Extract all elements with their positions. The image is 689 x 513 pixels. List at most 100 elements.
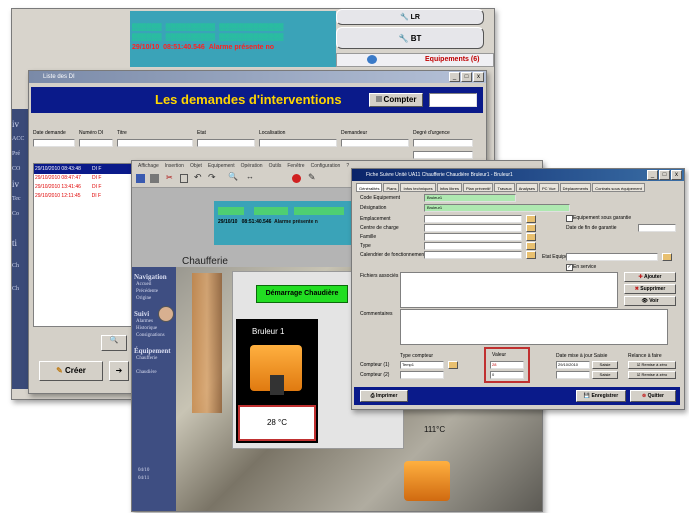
tab-plans[interactable]: Plans [383,183,400,192]
code-equipement-field[interactable]: Bruleur1 [424,194,516,202]
menu-item[interactable]: Fenêtre [287,163,304,169]
remise1-button[interactable]: ☑ Remise à zéro [628,361,676,369]
tab-generalites[interactable]: Généralités [356,183,383,192]
menu-item[interactable]: Opération [241,163,263,169]
fichiers-list[interactable] [400,272,618,308]
undo-icon[interactable]: ↶ [194,172,202,183]
minimize-icon[interactable]: _ [647,170,658,180]
filter-etat-select[interactable] [197,139,255,147]
voir-button[interactable]: 👁 Voir [624,296,676,306]
nav-item[interactable]: Chaufferie [136,355,176,362]
table-row[interactable]: 29/10/2010 08:47:47 DI F [34,174,144,183]
nav-item[interactable]: Historique [136,325,176,332]
minimize-icon[interactable]: _ [449,72,460,82]
compter-field[interactable] [429,93,477,107]
compter-button[interactable]: Compter [369,93,423,107]
lr-button[interactable]: 🔧 LR [336,9,484,25]
tab-deplacements[interactable]: Déplacements [559,183,592,192]
tab-plan-preventif[interactable]: Plan préventif [462,183,494,192]
menu-item[interactable]: Outils [269,163,282,169]
table-row[interactable]: 29/10/2010 13:41:46 DI F [34,183,144,192]
tab-pc-vue[interactable]: PC Vue [538,183,559,192]
garantie-checkbox[interactable] [566,215,573,222]
en-service-checkbox[interactable]: ✓ [566,264,573,271]
nav-item[interactable]: Consignations [136,332,176,339]
nav-item[interactable]: Précédente [136,288,176,295]
quitter-button[interactable]: ⊗ Quitter [630,390,676,402]
filter-localisation-select[interactable] [259,139,337,147]
nav-item[interactable]: Origine [136,295,176,302]
zoom-icon[interactable]: 🔍 [228,172,238,181]
filter-urgence-select[interactable] [413,139,473,147]
ajouter-button[interactable]: ✚ Ajouter [624,272,676,282]
comment-textarea[interactable] [400,309,668,345]
saisie1-button[interactable]: Saisie [592,361,618,369]
redo-icon[interactable]: ↷ [208,172,216,183]
save-icon[interactable] [136,174,145,183]
menu-item[interactable]: Equipement [208,163,235,169]
lookup-button[interactable] [662,253,672,261]
nav-item[interactable] [136,362,176,369]
date-saisie1-field[interactable]: 29/10/2010 [556,361,590,369]
emplacement-select[interactable] [424,215,522,223]
tab-analyses[interactable]: Analyses [515,183,538,192]
valeur1-field[interactable]: 28 [490,361,524,369]
compteur2-select[interactable] [400,371,444,379]
lookup-button[interactable] [526,215,536,223]
date-saisie2-field[interactable] [556,371,590,379]
edit-icon[interactable]: ✎ [308,172,316,183]
famille-select[interactable] [424,233,522,241]
maximize-icon[interactable]: □ [461,72,472,82]
filter-demandeur-select[interactable] [341,139,409,147]
link-icon[interactable]: ↔ [246,172,254,181]
filter-title-field[interactable] [117,139,193,147]
maximize-icon[interactable]: □ [659,170,670,180]
centre-charge-select[interactable] [424,224,522,232]
lookup-button[interactable] [526,242,536,250]
close-icon[interactable]: x [473,72,484,82]
small-tool-button[interactable]: 🔍 [101,335,127,351]
copy-icon[interactable] [180,174,188,183]
lookup-button[interactable] [526,224,536,232]
type-select[interactable] [424,242,522,250]
filter-num-field[interactable] [79,139,113,147]
tab-contrats[interactable]: Contrats sous équipement [592,183,645,192]
table-row[interactable]: 29/10/2010 08:43:48 DI F [34,164,144,174]
enregistrer-button[interactable]: 💾 Enregistrer [576,390,626,402]
saisie2-button[interactable]: Saisie [592,371,618,379]
start-boiler-button[interactable]: Démarrage Chaudière [256,285,348,303]
second-action-button[interactable]: ➔ [109,361,129,381]
tab-infos-techniques[interactable]: Infos techniques [400,183,436,192]
print-icon[interactable] [150,174,159,183]
tab-infos-libres[interactable]: Infos libres [436,183,462,192]
imprimer-button[interactable]: ⎙ Imprimer [360,390,408,402]
table-row[interactable]: 29/10/2010 12:11:45 DI F [34,192,144,201]
lookup-button[interactable] [526,233,536,241]
nav-item[interactable]: Chaudière [136,369,176,376]
nav-item[interactable]: Accueil [136,281,176,288]
date-garantie-field[interactable] [638,224,676,232]
lookup-button[interactable] [526,251,536,259]
menu-item[interactable]: Affichage [138,163,159,169]
compteur1-select[interactable]: Temp1 [400,361,444,369]
menu-item[interactable]: Objet [190,163,202,169]
filter-extra-field[interactable] [413,151,473,159]
designation-field[interactable]: Bruleur1 [424,204,570,212]
equipements-bar[interactable]: Equipements (6) [336,53,494,67]
etat-select[interactable] [566,253,658,261]
menu-item[interactable]: Configuration [311,163,341,169]
close-icon[interactable]: x [671,170,682,180]
valeur2-field[interactable]: 0 [490,371,524,379]
filter-date-field[interactable] [33,139,75,147]
creer-button[interactable]: ✎ Créer [39,361,103,381]
tab-travaux[interactable]: Travaux [494,183,515,192]
supprimer-button[interactable]: ✖ Supprimer [624,284,676,294]
cut-icon[interactable]: ✂ [166,173,173,182]
menu-item[interactable]: Insertion [165,163,184,169]
stop-icon[interactable] [292,174,301,183]
remise2-button[interactable]: ☑ Remise à zéro [628,371,676,379]
lookup-button[interactable] [448,361,458,369]
bt-button[interactable]: 🔧 BT [336,27,484,49]
menu-item[interactable]: ? [346,163,349,169]
calendrier-select[interactable] [424,251,522,259]
